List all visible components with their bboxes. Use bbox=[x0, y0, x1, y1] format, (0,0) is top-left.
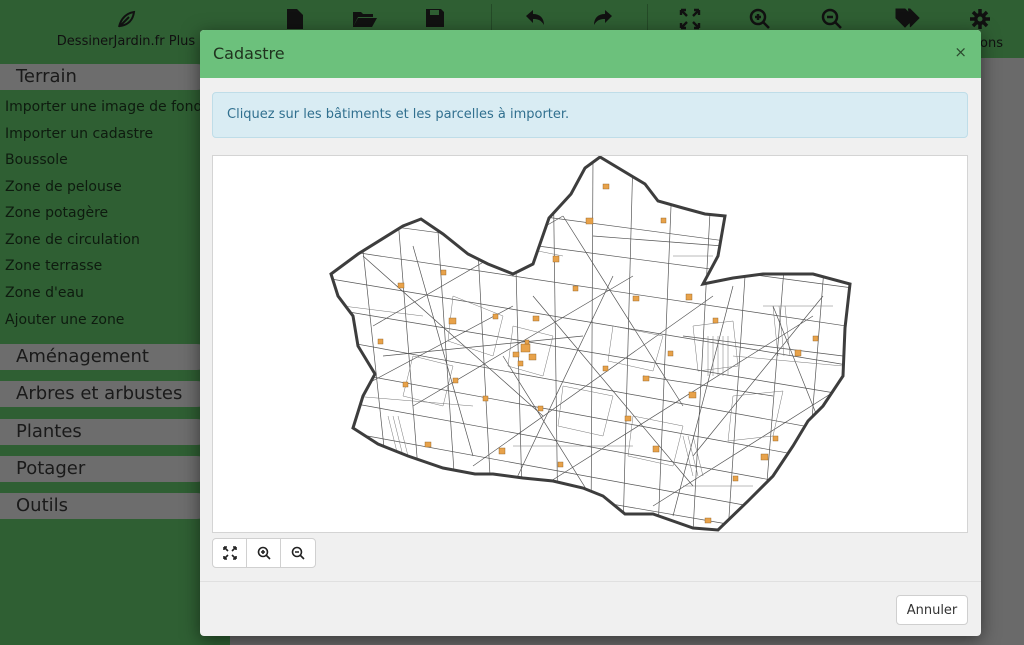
map-zoom-in-button[interactable] bbox=[247, 539, 281, 567]
section-tools[interactable]: Outils bbox=[0, 493, 210, 519]
leaf-icon bbox=[46, 8, 206, 30]
zoom-out-icon bbox=[291, 546, 305, 560]
menu-item-import-background[interactable]: Importer une image de fond bbox=[5, 99, 202, 115]
zoom-out-icon bbox=[821, 8, 842, 29]
section-amenagement[interactable]: Aménagement bbox=[0, 344, 210, 370]
tags-icon bbox=[895, 8, 920, 28]
fit-screen-icon bbox=[679, 8, 701, 30]
new-file-icon bbox=[287, 9, 303, 29]
modal-title: Cadastre bbox=[213, 44, 285, 63]
info-alert: Cliquez sur les bâtiments et les parcell… bbox=[212, 92, 968, 138]
redo-icon bbox=[594, 10, 612, 25]
section-plants[interactable]: Plantes bbox=[0, 419, 210, 445]
section-terrain[interactable]: Terrain bbox=[0, 64, 210, 90]
save-icon bbox=[426, 9, 444, 27]
zoom-in-icon bbox=[749, 8, 770, 29]
menu-item-terrace-zone[interactable]: Zone terrasse bbox=[5, 258, 102, 274]
brand-name: DessinerJardin.fr Plus bbox=[56, 34, 196, 49]
cadastre-map-svg bbox=[329, 156, 852, 532]
modal-header: Cadastre × bbox=[200, 30, 981, 78]
menu-item-water-zone[interactable]: Zone d'eau bbox=[5, 285, 84, 301]
close-icon[interactable]: × bbox=[954, 43, 967, 61]
menu-item-import-cadastre[interactable]: Importer un cadastre bbox=[5, 126, 153, 142]
modal-footer-divider bbox=[200, 581, 981, 582]
parcel-grid bbox=[331, 157, 850, 530]
map-zoom-out-button[interactable] bbox=[281, 539, 315, 567]
gear-icon bbox=[970, 9, 990, 29]
undo-icon bbox=[526, 10, 544, 25]
section-vegetable-garden[interactable]: Potager bbox=[0, 456, 210, 482]
zoom-in-icon bbox=[257, 546, 271, 560]
menu-item-add-zone[interactable]: Ajouter une zone bbox=[5, 312, 124, 328]
menu-item-compass[interactable]: Boussole bbox=[5, 152, 68, 168]
sidebar: Terrain Importer une image de fond Impor… bbox=[0, 58, 230, 645]
cadastre-map[interactable] bbox=[212, 155, 968, 533]
menu-item-path-zone[interactable]: Zone de circulation bbox=[5, 232, 140, 248]
map-controls bbox=[212, 538, 316, 568]
cadastre-modal: Cadastre × Cliquez sur les bâtiments et … bbox=[200, 30, 981, 636]
map-fit-button[interactable] bbox=[213, 539, 247, 567]
menu-item-vegetable-zone[interactable]: Zone potagère bbox=[5, 205, 108, 221]
brand[interactable]: DessinerJardin.fr Plus bbox=[46, 8, 206, 49]
options-label: ons bbox=[980, 36, 1003, 51]
section-trees-shrubs[interactable]: Arbres et arbustes bbox=[0, 381, 210, 407]
fit-screen-icon bbox=[222, 546, 237, 560]
menu-item-lawn-zone[interactable]: Zone de pelouse bbox=[5, 179, 122, 195]
cancel-button[interactable]: Annuler bbox=[896, 595, 968, 625]
open-folder-icon bbox=[353, 12, 377, 27]
